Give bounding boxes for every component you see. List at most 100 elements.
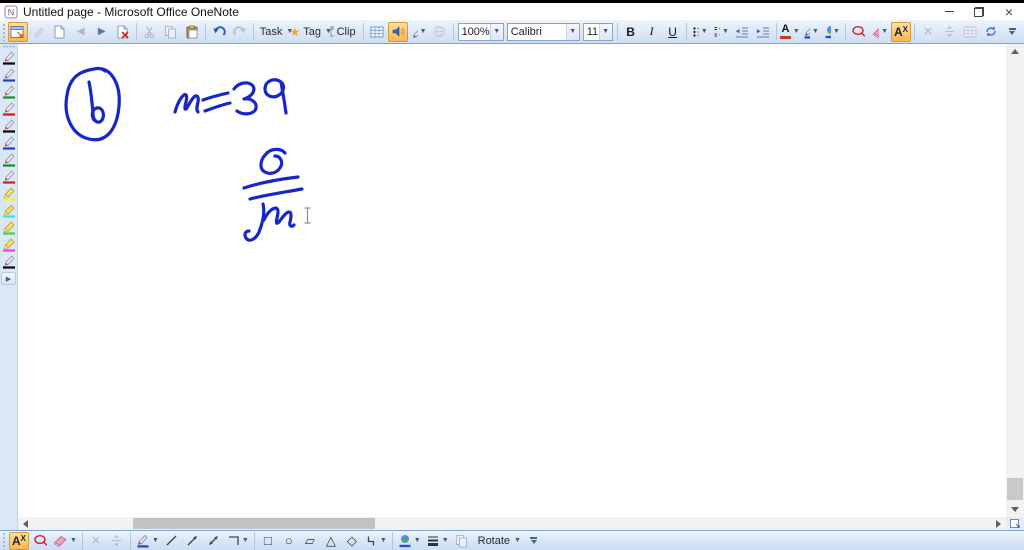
font-name-combobox[interactable]: Calibri ▼ [506,22,580,41]
line-tool-button[interactable] [162,532,182,550]
vertical-scrollbar[interactable] [1006,44,1024,517]
hyperlink-button[interactable] [430,22,450,42]
numbering-button[interactable]: ▼ [711,22,731,42]
pen-icon [2,85,15,99]
redo-button[interactable] [230,22,250,42]
new-page-button[interactable] [50,22,70,42]
duplicate-button[interactable] [452,532,472,550]
highlight-color-button[interactable]: ▼ [822,22,842,42]
arrow-line-tool-button[interactable] [183,532,203,550]
forward-button[interactable]: ▶ [92,22,112,42]
toolbar-grip[interactable] [2,531,6,550]
decrease-indent-button[interactable] [732,22,752,42]
pen-tool-button[interactable] [29,22,49,42]
type-text-tool-button[interactable]: AX [9,531,29,550]
pen-button-medium-red[interactable] [0,168,17,185]
pen-button-thin-black[interactable] [0,49,17,66]
pen-button-thin-green[interactable] [0,83,17,100]
audio-recording-button[interactable] [387,21,408,42]
rotate-button[interactable]: Rotate ▼ [473,532,523,550]
align-tool-button[interactable] [107,532,127,550]
pen-color-button[interactable]: ▼ [801,22,821,42]
polyline-tool-button[interactable]: ▼ [363,532,389,550]
full-page-view-button[interactable] [7,21,28,42]
toolbar-grip[interactable] [2,22,5,41]
pen-tool-select-button[interactable]: ▼ [134,532,161,550]
triangle-icon: △ [325,533,336,548]
restore-button[interactable] [964,3,994,20]
pens-overflow-button[interactable]: ▶ [1,272,16,285]
horizontal-scroll-thumb[interactable] [133,518,375,529]
parallelogram-tool-button[interactable]: ▱ [300,532,320,550]
page-canvas[interactable] [18,44,1006,517]
line-thickness-button[interactable]: ▼ [424,532,451,550]
pen-button-thin-red[interactable] [0,100,17,117]
diamond-tool-button[interactable]: ◇ [342,532,362,550]
pen-button-highlighter-green[interactable] [0,219,17,236]
chevron-down-icon[interactable]: ▼ [598,23,612,40]
scroll-down-button[interactable] [1006,502,1024,517]
insert-table-button[interactable] [367,22,387,42]
pen-button-highlighter-cyan[interactable] [0,202,17,219]
tag-button[interactable]: ★ Tag ▼ [289,22,331,42]
delete-tool-button[interactable]: × [86,532,106,550]
scroll-up-button[interactable] [1006,44,1024,59]
undo-button[interactable] [209,22,229,42]
delete-page-icon [117,25,129,39]
pen-button-medium-black[interactable] [0,117,17,134]
task-button[interactable]: Task ▼ [257,22,294,42]
separator [452,22,454,41]
font-color-button[interactable]: A ▼ [779,22,800,42]
pen-button-highlighter-magenta[interactable] [0,236,17,253]
eraser-tool-button[interactable]: ▼ [51,532,79,550]
eraser-button[interactable]: ▼ [870,22,890,42]
pen-mode-button[interactable]: ▼ [409,22,429,42]
scroll-left-button[interactable] [18,517,33,530]
pen-button-medium-blue[interactable] [0,134,17,151]
delete-page-button[interactable] [113,22,133,42]
underline-button[interactable]: U [663,22,683,42]
audio-recording-icon [392,26,405,37]
horizontal-scrollbar[interactable] [18,517,1006,530]
drawing-toolbar-options-button[interactable] [524,532,544,550]
paste-button[interactable] [182,22,202,42]
toolbar-grip[interactable] [2,45,15,48]
chevron-down-icon[interactable]: ▼ [565,23,579,40]
sync-icon [986,26,996,37]
minimize-button[interactable] [934,3,964,20]
toolbar-options-button[interactable] [1002,22,1022,42]
align-objects-button[interactable] [939,22,959,42]
table-tool-button[interactable] [960,22,980,42]
bold-button[interactable]: B [621,22,641,42]
bullets-button[interactable]: ▼ [690,22,710,42]
rectangle-tool-button[interactable]: □ [258,532,278,550]
ellipse-tool-button[interactable]: ○ [279,532,299,550]
increase-indent-button[interactable] [753,22,773,42]
pen-button-thin-blue[interactable] [0,66,17,83]
clip-label: Clip [336,25,356,38]
type-text-button[interactable]: AX [891,21,912,42]
pen-button-medium-green[interactable] [0,151,17,168]
scroll-right-button[interactable] [991,517,1006,530]
font-size-combobox[interactable]: 11 ▼ [582,22,613,41]
page-navigation-corner-button[interactable] [1006,517,1024,530]
lasso-select-tool-button[interactable] [30,532,50,550]
sync-button[interactable] [981,22,1001,42]
corner-line-tool-button[interactable]: ▼ [225,532,251,550]
vertical-scroll-thumb[interactable] [1007,478,1023,500]
pen-button-highlighter-yellow[interactable] [0,185,17,202]
back-button[interactable]: ◀ [71,22,91,42]
cut-button[interactable] [140,22,160,42]
copy-button[interactable] [161,22,181,42]
chevron-down-icon[interactable]: ▼ [489,23,503,40]
double-arrow-line-tool-button[interactable] [204,532,224,550]
close-button[interactable]: × [994,3,1024,20]
italic-button[interactable]: I [642,22,662,42]
triangle-tool-button[interactable]: △ [321,532,341,550]
lasso-select-button[interactable] [849,22,869,42]
clip-button[interactable]: Clip [328,22,360,42]
zoom-combobox[interactable]: 100% ▼ [457,22,504,41]
line-color-button[interactable]: ▼ [396,532,423,550]
pen-button-pen-black[interactable] [0,253,17,270]
delete-button[interactable]: × [918,22,938,42]
